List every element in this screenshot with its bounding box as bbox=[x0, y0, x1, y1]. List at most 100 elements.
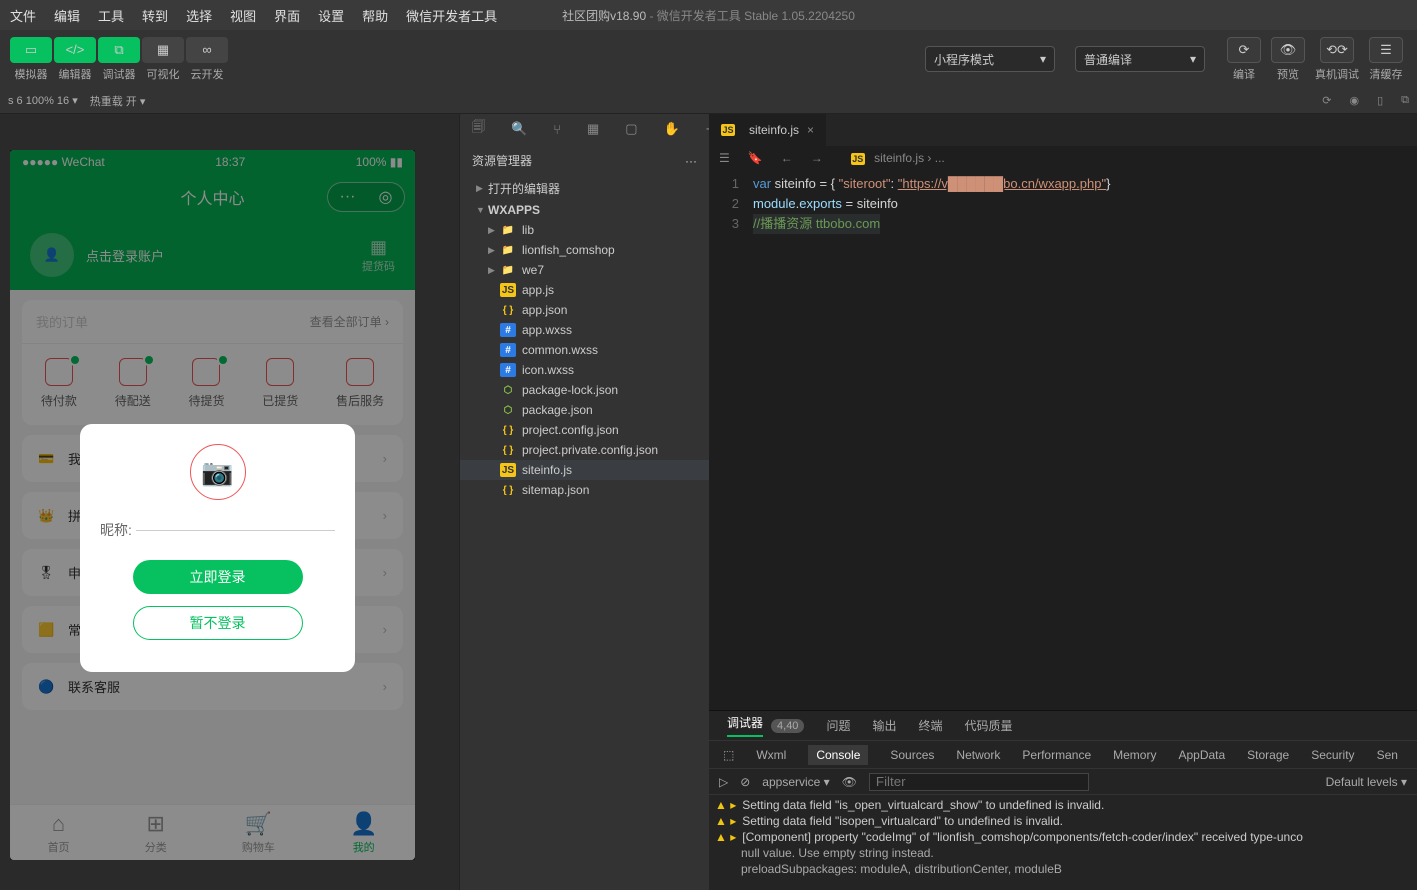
visualize-label: 可视化 bbox=[147, 66, 180, 82]
code-editor[interactable]: 123 var siteinfo = { "siteroot": "https:… bbox=[709, 170, 1417, 710]
menu-ui[interactable]: 界面 bbox=[274, 6, 300, 25]
console-eye-icon[interactable]: 👁 bbox=[842, 775, 857, 789]
menu-file[interactable]: 文件 bbox=[10, 6, 36, 25]
devtab-network[interactable]: Network bbox=[956, 748, 1000, 762]
device-info[interactable]: s 6 100% 16 ▾ bbox=[8, 94, 78, 107]
nickname-label: 昵称: bbox=[100, 520, 132, 540]
file-project-private[interactable]: project.private.config.json bbox=[460, 440, 709, 460]
device-icon[interactable]: ▯ bbox=[1377, 94, 1383, 107]
main-toolbar: ▭模拟器 </>编辑器 ⧉调试器 ▦可视化 ∞云开发 小程序模式▾ 普通编译▾ … bbox=[0, 30, 1417, 88]
popout-icon[interactable]: ⧉ bbox=[1401, 94, 1409, 107]
bookmark-icon[interactable]: 🔖 bbox=[748, 151, 763, 165]
menu-goto[interactable]: 转到 bbox=[142, 6, 168, 25]
file-icon-wxss[interactable]: icon.wxss bbox=[460, 360, 709, 380]
menubar: 文件 编辑 工具 转到 选择 视图 界面 设置 帮助 微信开发者工具 社区团购v… bbox=[0, 0, 1417, 30]
devtab-sources[interactable]: Sources bbox=[890, 748, 934, 762]
editor-label: 编辑器 bbox=[59, 66, 92, 82]
login-button[interactable]: 立即登录 bbox=[133, 560, 303, 594]
panel-tab-terminal[interactable]: 终端 bbox=[918, 717, 942, 734]
refresh-icon[interactable]: ⟳ bbox=[1322, 94, 1331, 107]
inspect-icon[interactable]: ⬚ bbox=[723, 748, 734, 762]
box-icon[interactable]: ▢ bbox=[625, 121, 637, 137]
branch-icon[interactable]: ⑂ bbox=[553, 122, 561, 137]
folder-we7[interactable]: ▶we7 bbox=[460, 260, 709, 280]
cloud-button[interactable]: ∞ bbox=[186, 37, 228, 63]
file-siteinfo-js[interactable]: JSsiteinfo.js bbox=[460, 460, 709, 480]
panel-tab-debugger[interactable]: 调试器 bbox=[727, 714, 763, 737]
close-icon[interactable]: × bbox=[807, 123, 814, 137]
menu-settings[interactable]: 设置 bbox=[318, 6, 344, 25]
menu-edit[interactable]: 编辑 bbox=[54, 6, 80, 25]
devtab-console[interactable]: Console bbox=[808, 745, 868, 765]
panel-tab-quality[interactable]: 代码质量 bbox=[964, 717, 1012, 734]
console-context[interactable]: appservice ▾ bbox=[762, 775, 829, 789]
record-icon[interactable]: ◉ bbox=[1349, 94, 1359, 107]
explorer-menu-icon[interactable]: ··· bbox=[685, 154, 697, 168]
devtab-wxml[interactable]: Wxml bbox=[756, 748, 786, 762]
folder-lionfish[interactable]: ▶lionfish_comshop bbox=[460, 240, 709, 260]
devtab-sensor[interactable]: Sen bbox=[1377, 748, 1398, 762]
file-package-lock[interactable]: package-lock.json bbox=[460, 380, 709, 400]
console-clear-icon[interactable]: ⊘ bbox=[740, 775, 750, 789]
compile-mode-dropdown[interactable]: 普通编译▾ bbox=[1075, 46, 1205, 72]
devtab-performance[interactable]: Performance bbox=[1022, 748, 1091, 762]
devtab-appdata[interactable]: AppData bbox=[1178, 748, 1225, 762]
simulator-toggle[interactable]: ▭ bbox=[10, 37, 52, 63]
skip-login-button[interactable]: 暂不登录 bbox=[133, 606, 303, 640]
menu-wxdevtools[interactable]: 微信开发者工具 bbox=[406, 6, 497, 25]
menu-help[interactable]: 帮助 bbox=[362, 6, 388, 25]
hand-icon[interactable]: ✋ bbox=[664, 121, 680, 137]
debugger-toggle[interactable]: ⧉ bbox=[98, 37, 140, 63]
editor-toggle[interactable]: </> bbox=[54, 37, 96, 63]
file-package-json[interactable]: package.json bbox=[460, 400, 709, 420]
file-app-js[interactable]: JSapp.js bbox=[460, 280, 709, 300]
compile-button[interactable]: ⟳ bbox=[1227, 37, 1261, 63]
tab-siteinfo[interactable]: JSsiteinfo.js× bbox=[709, 114, 826, 146]
bottom-panel: 调试器 4,40 问题 输出 终端 代码质量 ⬚ Wxml Console So… bbox=[709, 710, 1417, 890]
clearcache-button[interactable]: ☰ bbox=[1369, 37, 1403, 63]
section-open-editors[interactable]: ▶打开的编辑器 bbox=[460, 177, 709, 200]
search-icon[interactable]: 🔍 bbox=[511, 121, 527, 137]
ext-icon[interactable]: ▦ bbox=[587, 121, 599, 137]
problems-badge: 4,40 bbox=[771, 719, 804, 733]
console-levels[interactable]: Default levels ▾ bbox=[1326, 775, 1407, 789]
nav-fwd-icon[interactable]: → bbox=[811, 151, 823, 165]
devtab-storage[interactable]: Storage bbox=[1247, 748, 1289, 762]
clearcache-label: 清缓存 bbox=[1370, 66, 1403, 82]
nav-back-icon[interactable]: ← bbox=[781, 151, 793, 165]
console-output[interactable]: ▲ ▸Setting data field "is_open_virtualca… bbox=[709, 795, 1417, 879]
login-modal: 📷 昵称: 立即登录 暂不登录 bbox=[80, 424, 355, 672]
editor-tabstrip: JSsiteinfo.js× bbox=[709, 114, 1417, 146]
hotreload-toggle[interactable]: 热重载 开 ▾ bbox=[90, 93, 146, 109]
explorer-title: 资源管理器 bbox=[472, 152, 532, 169]
panel-tab-problems[interactable]: 问题 bbox=[826, 717, 850, 734]
editor-panel: JSsiteinfo.js× ☰ 🔖 ← → JS siteinfo.js › … bbox=[709, 114, 1417, 890]
file-app-wxss[interactable]: app.wxss bbox=[460, 320, 709, 340]
visualize-button[interactable]: ▦ bbox=[142, 37, 184, 63]
folder-lib[interactable]: ▶lib bbox=[460, 220, 709, 240]
devtab-security[interactable]: Security bbox=[1311, 748, 1354, 762]
cloud-label: 云开发 bbox=[191, 66, 224, 82]
file-project-config[interactable]: project.config.json bbox=[460, 420, 709, 440]
outline-icon[interactable]: ☰ bbox=[719, 151, 730, 165]
preview-button[interactable]: 👁 bbox=[1271, 37, 1305, 63]
menu-tools[interactable]: 工具 bbox=[98, 6, 124, 25]
panel-tab-output[interactable]: 输出 bbox=[872, 717, 896, 734]
realdevice-button[interactable]: ⟲⟳ bbox=[1320, 37, 1354, 63]
simulator-label: 模拟器 bbox=[15, 66, 48, 82]
explorer-icon[interactable]: 🗐 bbox=[472, 118, 485, 140]
console-filter-input[interactable] bbox=[869, 773, 1089, 791]
compile-label: 编译 bbox=[1233, 66, 1255, 82]
file-sitemap-json[interactable]: sitemap.json bbox=[460, 480, 709, 500]
menu-view[interactable]: 视图 bbox=[230, 6, 256, 25]
console-play-icon[interactable]: ▷ bbox=[719, 775, 728, 789]
file-common-wxss[interactable]: common.wxss bbox=[460, 340, 709, 360]
avatar-picker[interactable]: 📷 bbox=[190, 444, 246, 500]
menu-select[interactable]: 选择 bbox=[186, 6, 212, 25]
section-project[interactable]: ▼WXAPPS bbox=[460, 200, 709, 220]
mode-dropdown[interactable]: 小程序模式▾ bbox=[925, 46, 1055, 72]
nickname-input[interactable] bbox=[136, 530, 335, 531]
devtab-memory[interactable]: Memory bbox=[1113, 748, 1156, 762]
file-app-json[interactable]: app.json bbox=[460, 300, 709, 320]
breadcrumb-text[interactable]: siteinfo.js › ... bbox=[874, 151, 945, 165]
